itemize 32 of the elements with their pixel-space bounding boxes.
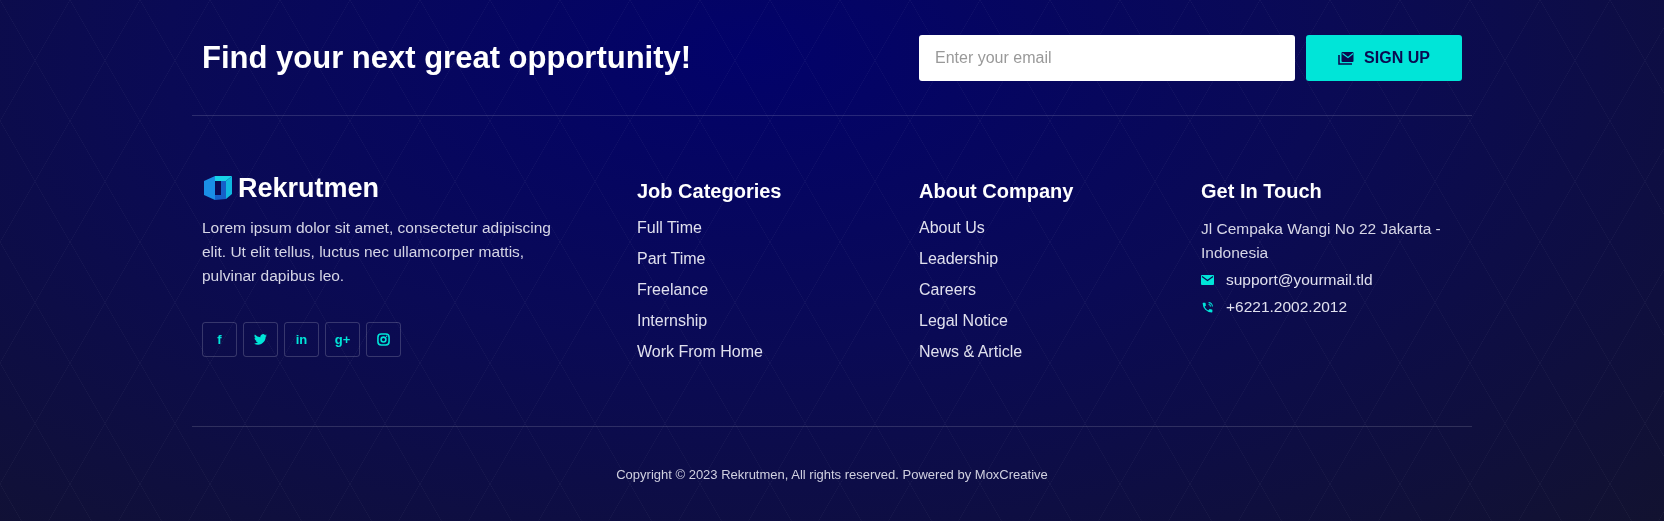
copyright-text: Copyright © 2023 Rekrutmen, All rights reserved. Powered by MoxCreative [616, 467, 1048, 482]
footer-link[interactable]: Internship [637, 310, 919, 331]
footer-link[interactable]: Freelance [637, 279, 919, 300]
contact-text: +6221.2002.2012 [1226, 298, 1348, 316]
social-button[interactable] [243, 322, 278, 357]
footer-link[interactable]: News & Article [919, 341, 1201, 362]
column-title: Job Categories [637, 180, 783, 203]
newsletter-heading: Find your next great opportunity! [202, 40, 692, 76]
footer-link[interactable]: Full Time [637, 217, 919, 238]
footer-link[interactable]: About Us [919, 217, 1201, 238]
address-text: Jl Cempaka Wangi No 22 Jakarta - Indonesia [1201, 219, 1442, 263]
social-button[interactable]: in [284, 322, 319, 357]
envelope-icon [1338, 51, 1355, 65]
social-button[interactable] [366, 322, 401, 357]
footer-link[interactable]: Leadership [919, 248, 1201, 269]
column-title: About Company [919, 180, 1075, 203]
footer-link[interactable]: Careers [919, 279, 1201, 300]
envelope-icon [1201, 275, 1214, 285]
column-title: Get In Touch [1201, 180, 1323, 203]
contact-text: support@yourmail.tld [1226, 271, 1373, 289]
camera-icon [377, 333, 390, 346]
social-button[interactable]: g+ [325, 322, 360, 357]
brand-name: Rekrutmen [238, 172, 380, 204]
phone-icon [1201, 300, 1214, 314]
footer-link[interactable]: Legal Notice [919, 310, 1201, 331]
footer-link[interactable]: Work From Home [637, 341, 919, 362]
email-field[interactable]: Enter your email [919, 35, 1295, 81]
social-button[interactable]: f [202, 322, 237, 357]
sign-up-button[interactable]: SIGN UP [1306, 35, 1462, 81]
footer-link[interactable]: Part Time [637, 248, 919, 269]
bird-icon [254, 334, 267, 345]
brand-description: Lorem ipsum dolor sit amet, consectetur adipiscing elit. Ut elit tellus, luctus nec ullamcorper mattis, pulvinar dapibus leo. [202, 218, 552, 286]
